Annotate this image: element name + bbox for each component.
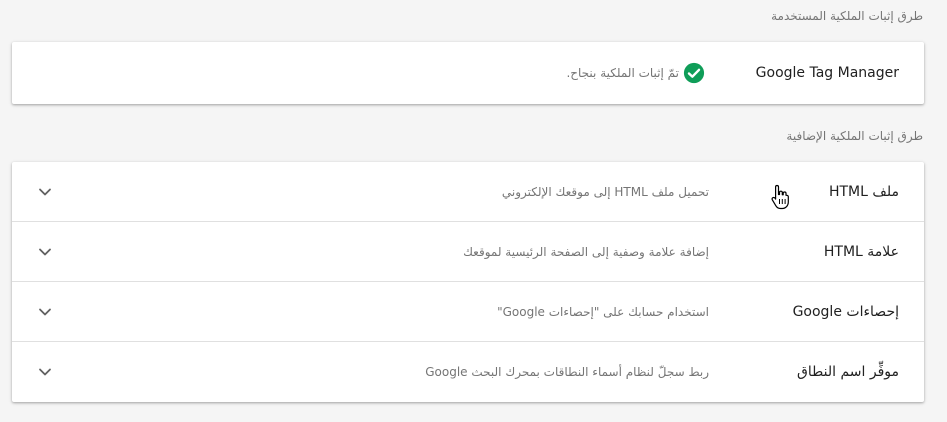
verification-methods-page: طرق إثبات الملكية المستخدمة Google Tag M… bbox=[0, 0, 947, 422]
method-desc-html-file: تحميل ملف HTML إلى موقعك الإلكتروني bbox=[501, 185, 709, 199]
additional-methods-label: طرق إثبات الملكية الإضافية bbox=[786, 129, 923, 143]
used-method-card: Google Tag Manager تمّ إثبات الملكية بنج… bbox=[12, 42, 924, 104]
method-title-html-tag: علامة HTML bbox=[823, 244, 899, 260]
chevron-down-icon[interactable] bbox=[37, 304, 53, 320]
check-circle-icon bbox=[683, 62, 705, 84]
hand-cursor-icon bbox=[771, 184, 789, 210]
chevron-down-icon[interactable] bbox=[37, 244, 53, 260]
method-row-domain-provider[interactable]: موفِّر اسم النطاق ربط سجلّ لنظام أسماء ا… bbox=[12, 342, 924, 402]
method-title-google-analytics: إحصاءات Google bbox=[792, 304, 899, 320]
method-desc-google-analytics: استخدام حسابك على "إحصاءات Google" bbox=[497, 305, 709, 319]
method-row-html-tag[interactable]: علامة HTML إضافة علامة وصفية إلى الصفحة … bbox=[12, 222, 924, 282]
used-method-status: تمّ إثبات الملكية بنجاح. bbox=[566, 66, 679, 80]
method-title-html-file: ملف HTML bbox=[828, 184, 899, 200]
chevron-down-icon[interactable] bbox=[37, 364, 53, 380]
method-desc-html-tag: إضافة علامة وصفية إلى الصفحة الرئيسية لم… bbox=[463, 245, 709, 259]
method-desc-domain-provider: ربط سجلّ لنظام أسماء النطاقات بمحرك البح… bbox=[425, 365, 709, 379]
used-methods-label: طرق إثبات الملكية المستخدمة bbox=[771, 9, 923, 23]
chevron-down-icon[interactable] bbox=[37, 184, 53, 200]
method-row-google-analytics[interactable]: إحصاءات Google استخدام حسابك على "إحصاءا… bbox=[12, 282, 924, 342]
used-method-title: Google Tag Manager bbox=[755, 65, 899, 81]
method-title-domain-provider: موفِّر اسم النطاق bbox=[797, 364, 899, 380]
